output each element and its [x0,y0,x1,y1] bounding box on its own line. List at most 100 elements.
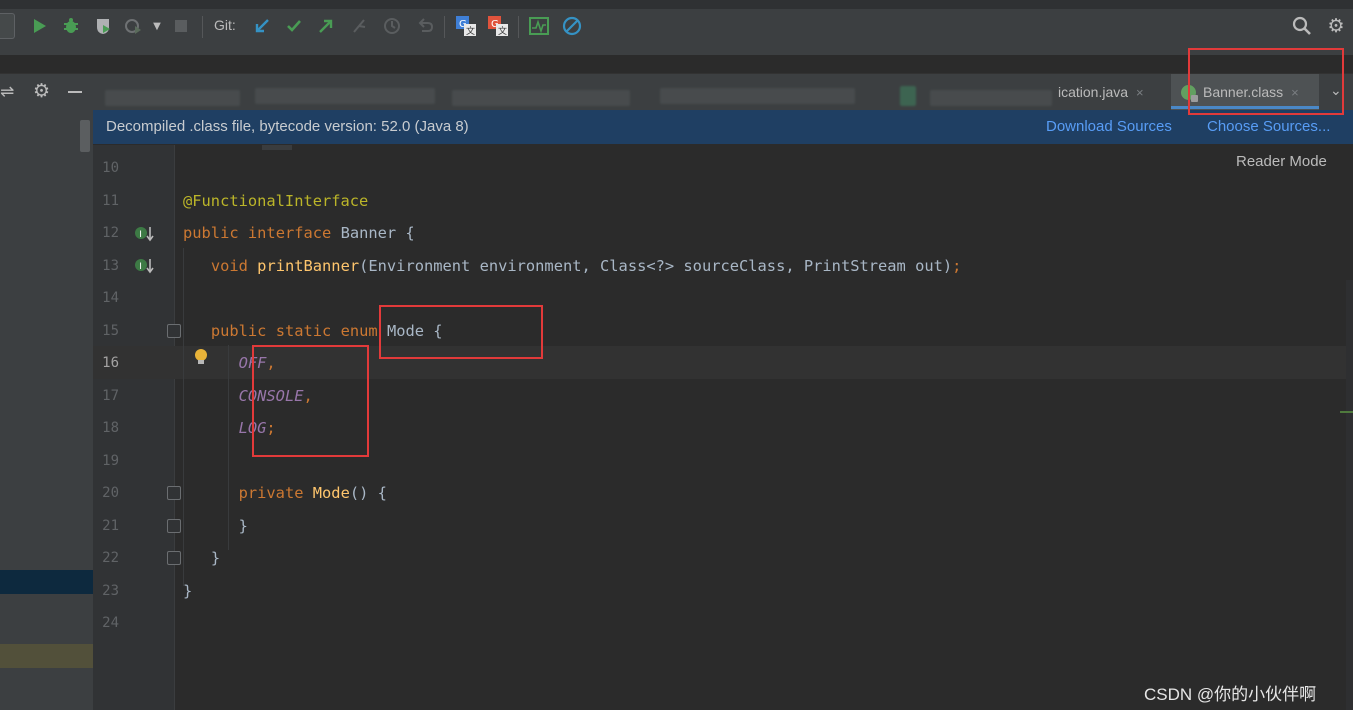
svg-text:I: I [139,230,142,240]
hide-panel-icon[interactable] [68,91,82,93]
translate-alt-icon[interactable]: G文 [487,15,509,37]
git-history-icon[interactable] [381,15,403,37]
fold-marker-icon[interactable] [167,486,181,500]
highlight-box-constants [252,345,369,457]
indent-guide [183,248,184,586]
git-update-icon[interactable] [251,15,273,37]
line-number: 15 [102,323,119,339]
stop-icon[interactable] [170,15,192,37]
code-line-23: } [183,582,192,600]
git-rollback-icon[interactable] [414,15,436,37]
profile-icon[interactable] [122,15,144,37]
highlight-box-tab [1188,48,1344,115]
blurred-tab[interactable] [930,90,1052,106]
svg-text:文: 文 [466,25,475,37]
keyword: public [183,224,239,242]
project-panel [0,110,93,710]
line-number: 10 [102,160,119,176]
code-text: (Environment environment, Class<?> sourc… [359,257,953,275]
code-line-12: public interface Banner { [183,224,415,242]
code-text: } [210,549,221,567]
tab-label: ication.java [1058,84,1129,100]
fold-marker-icon[interactable] [167,519,181,533]
project-panel-tools: ⇌ ⚙ [0,74,93,110]
keyword: private [238,484,304,502]
line-number: 14 [102,290,119,306]
dropdown-icon[interactable]: ▼ [146,15,168,37]
code-line-22: } [183,549,220,567]
line-number: 20 [102,485,119,501]
keyword: static [275,322,332,340]
tab-application-java[interactable]: ication.java × [1058,74,1144,110]
editor-tab-bar: ⇌ ⚙ ication.java × Banner.class × ⌄ [0,73,1353,111]
selected-tree-item[interactable] [0,570,93,594]
activity-monitor-icon[interactable] [528,15,550,37]
coverage-icon[interactable] [92,15,114,37]
code-text: } [238,517,248,535]
blurred-tab[interactable] [660,88,855,104]
scrolled-line-fragment [262,145,292,150]
search-icon[interactable] [1291,15,1313,37]
git-label: Git: [214,17,236,33]
collapse-icon[interactable]: ⇌ [0,82,14,102]
blurred-tab[interactable] [105,90,240,106]
line-number: 21 [102,518,119,534]
git-push-icon[interactable] [315,15,337,37]
punctuation: ; [952,257,962,275]
code-text: } [183,582,193,600]
line-number: 16 [102,355,119,371]
line-number: 17 [102,388,119,404]
svg-text:I: I [139,262,142,272]
keyword: void [210,257,248,275]
run-config-dropdown[interactable] [0,13,15,39]
choose-sources-link[interactable]: Choose Sources... [1207,118,1330,135]
blurred-tab-icon [900,86,916,106]
line-number: 22 [102,550,119,566]
no-entry-icon[interactable] [561,15,583,37]
line-number: 23 [102,583,119,599]
scrollbar-thumb[interactable] [80,120,90,152]
highlight-box-enum [379,305,543,359]
method-name: Mode [312,484,350,502]
toolbar-separator [444,16,445,38]
keyword: enum [340,322,378,340]
main-toolbar: ▼ Git: G文 G文 ⚙ [0,0,1353,55]
settings-icon[interactable]: ⚙ [1325,15,1347,37]
blurred-tab[interactable] [255,88,435,104]
translate-icon[interactable]: G文 [455,15,477,37]
editor-scrollbar[interactable] [1346,280,1353,710]
code-line-21: } [183,517,248,535]
project-settings-icon[interactable]: ⚙ [33,80,50,102]
reader-mode-toggle[interactable]: Reader Mode [1236,153,1327,170]
toolbar-separator [518,16,519,38]
code-text: Banner { [331,224,415,242]
keyword: public [210,322,267,340]
toolbar-top-strip [0,0,1353,9]
change-marker [1340,411,1353,413]
line-number: 12 [102,225,119,241]
implementations-gutter-icon[interactable]: I [134,225,154,243]
keyword: interface [247,224,332,242]
close-icon[interactable]: × [1136,85,1144,100]
code-line-13: void printBanner(Environment environment… [183,257,962,275]
git-merge-icon[interactable] [348,15,370,37]
download-sources-link[interactable]: Download Sources [1046,118,1172,135]
decompiled-notice-banner: Decompiled .class file, bytecode version… [93,110,1353,144]
highlighted-tree-item[interactable] [0,644,93,668]
run-icon[interactable] [28,15,50,37]
watermark: CSDN @你的小伙伴啊 [1144,685,1317,704]
line-number: 18 [102,420,119,436]
code-line-20: private Mode() { [183,484,387,502]
line-number: 13 [102,258,119,274]
banner-text: Decompiled .class file, bytecode version… [106,118,469,135]
method-name: printBanner [257,257,360,275]
annotation: @FunctionalInterface [183,192,369,210]
fold-marker-icon[interactable] [167,551,181,565]
toolbar-separator [202,16,203,38]
debug-icon[interactable] [60,15,82,37]
blurred-tab[interactable] [452,90,630,106]
code-line-11: @FunctionalInterface [183,192,368,210]
fold-marker-icon[interactable] [167,324,181,338]
git-commit-icon[interactable] [283,15,305,37]
implementations-gutter-icon[interactable]: I [134,257,154,275]
